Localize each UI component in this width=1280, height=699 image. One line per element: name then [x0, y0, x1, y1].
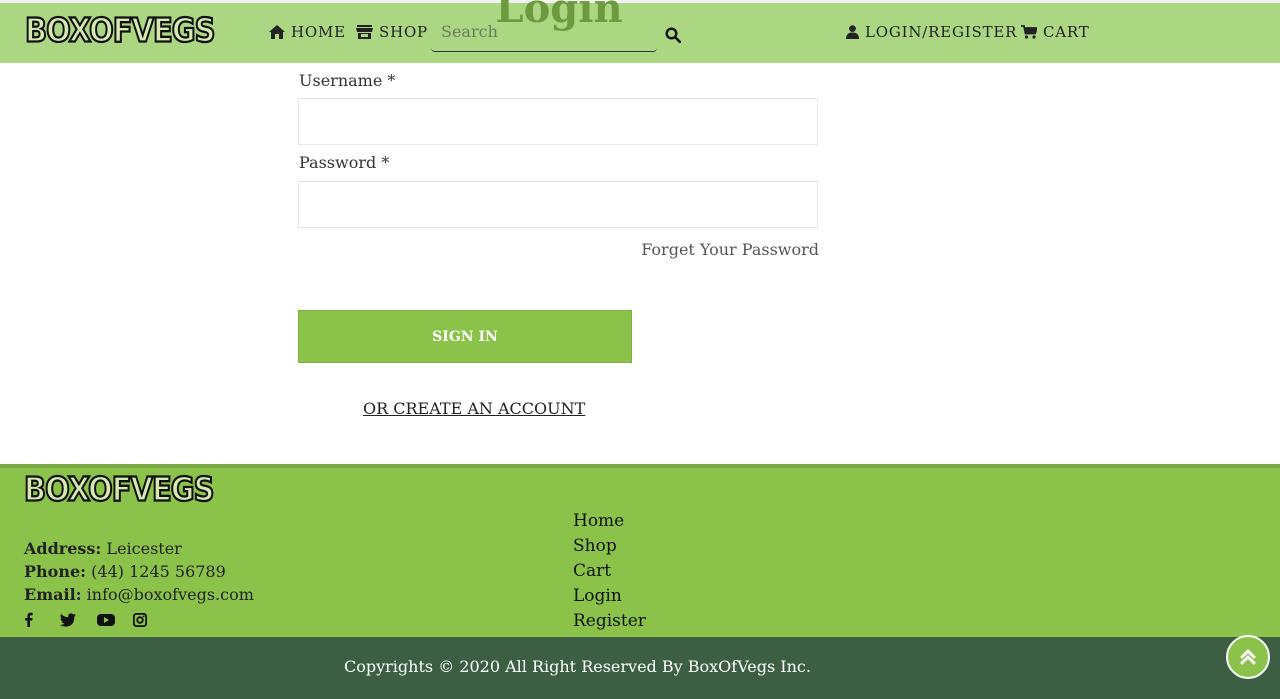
nav-cart[interactable]: CART — [1021, 23, 1090, 41]
email-value[interactable]: info@boxofvegs.com — [87, 585, 254, 604]
nav-home-label: HOME — [291, 23, 346, 41]
nav-shop[interactable]: SHOP — [356, 23, 428, 41]
footer-link-register[interactable]: Register — [573, 611, 646, 631]
footer-phone: Phone: (44) 1245 56789 — [24, 562, 226, 581]
copyright-text: Copyrights © 2020 All Right Reserved By … — [344, 657, 811, 676]
twitter-link[interactable] — [60, 612, 76, 631]
username-field[interactable] — [298, 98, 818, 145]
copyright-bar: Copyrights © 2020 All Right Reserved By … — [0, 637, 1280, 699]
site-logo[interactable]: BOXOFVEGS — [24, 9, 216, 50]
cart-icon — [1021, 25, 1037, 39]
address-value: Leicester — [106, 539, 182, 558]
password-field[interactable] — [298, 181, 818, 228]
create-account-link[interactable]: OR CREATE AN ACCOUNT — [363, 399, 585, 418]
nav-home[interactable]: HOME — [269, 23, 346, 41]
password-label: Password * — [299, 153, 390, 172]
youtube-link[interactable] — [97, 612, 115, 631]
scroll-to-top-button[interactable] — [1226, 635, 1270, 679]
search-box — [431, 13, 657, 52]
youtube-icon — [97, 614, 115, 626]
footer-address: Address: Leicester — [24, 539, 182, 558]
nav-login-register-label: LOGIN/REGISTER — [865, 23, 1018, 41]
phone-value: (44) 1245 56789 — [91, 562, 226, 581]
twitter-icon — [60, 613, 76, 627]
facebook-link[interactable] — [24, 612, 33, 631]
sign-in-button[interactable]: SIGN IN — [298, 310, 632, 363]
forgot-password-link[interactable]: Forget Your Password — [641, 240, 819, 259]
footer-link-shop[interactable]: Shop — [573, 536, 617, 556]
phone-label: Phone: — [24, 562, 87, 581]
double-chevron-up-icon — [1240, 649, 1256, 665]
store-icon — [356, 25, 373, 39]
address-label: Address: — [24, 539, 102, 558]
nav-shop-label: SHOP — [379, 23, 428, 41]
footer-email: Email: info@boxofvegs.com — [24, 585, 254, 604]
footer-link-cart[interactable]: Cart — [573, 561, 611, 581]
search-icon — [665, 27, 682, 44]
user-icon — [846, 25, 859, 39]
footer-link-home[interactable]: Home — [573, 511, 624, 531]
email-label: Email: — [24, 585, 82, 604]
username-label: Username * — [299, 71, 396, 90]
search-button[interactable] — [665, 27, 682, 47]
search-input[interactable] — [431, 13, 657, 49]
home-icon — [269, 25, 285, 39]
nav-login-register[interactable]: LOGIN/REGISTER — [846, 23, 1017, 41]
footer-logo[interactable]: BOXOFVEGS — [23, 468, 215, 509]
facebook-icon — [25, 612, 33, 627]
site-header: Login BOXOFVEGS HOME SHOP LOGIN/REGISTER — [0, 0, 1280, 63]
footer-link-login[interactable]: Login — [573, 586, 622, 606]
instagram-icon — [132, 612, 148, 628]
nav-cart-label: CART — [1043, 23, 1090, 41]
instagram-link[interactable] — [132, 612, 148, 631]
